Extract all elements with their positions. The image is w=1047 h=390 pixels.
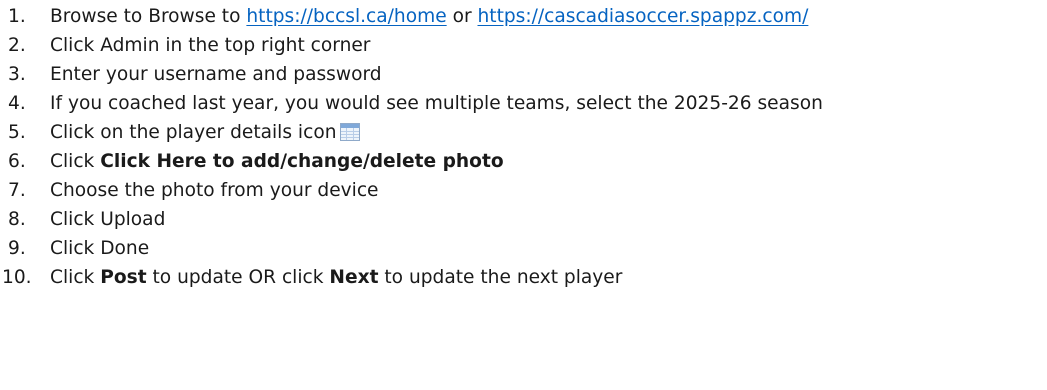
bccsl-home-link[interactable]: https://bccsl.ca/home: [246, 6, 446, 27]
step-number: 3.: [8, 64, 26, 85]
step-number: 10.: [2, 267, 32, 288]
step-text: Choose the photo from your device: [50, 180, 379, 201]
step-number: 7.: [8, 180, 26, 201]
step-text-label: Click on the player details icon: [50, 122, 337, 143]
step-text-prefix: Browse to Browse to: [50, 6, 247, 27]
step-8: 8. Click Upload: [0, 205, 1047, 234]
step-text-middle: to update OR click: [146, 267, 330, 288]
step-text-or: or: [446, 6, 478, 27]
post-label: Post: [100, 267, 147, 288]
step-text: If you coached last year, you would see …: [50, 93, 823, 114]
step-text-prefix: Click: [50, 267, 101, 288]
step-number: 4.: [8, 93, 26, 114]
step-6: 6. Click Click Here to add/change/delete…: [0, 147, 1047, 176]
step-4: 4. If you coached last year, you would s…: [0, 89, 1047, 118]
step-text: Browse to Browse to https://bccsl.ca/hom…: [50, 2, 808, 31]
step-text-prefix: Click: [50, 151, 101, 172]
add-change-delete-photo-label: Click Here to add/change/delete photo: [100, 151, 504, 172]
step-number: 6.: [8, 151, 26, 172]
step-text: Enter your username and password: [50, 64, 382, 85]
step-number: 1.: [8, 6, 26, 27]
player-details-icon: [340, 121, 361, 150]
step-3: 3. Enter your username and password: [0, 60, 1047, 89]
steps-list: 1. Browse to Browse to https://bccsl.ca/…: [0, 0, 1047, 292]
step-text: Click Admin in the top right corner: [50, 35, 371, 56]
step-text-suffix: to update the next player: [378, 267, 623, 288]
step-number: 8.: [8, 209, 26, 230]
step-text: Click Upload: [50, 209, 166, 230]
step-number: 5.: [8, 122, 26, 143]
step-text: Click Post to update OR click Next to up…: [50, 263, 622, 292]
step-number: 9.: [8, 238, 26, 259]
step-number: 2.: [8, 35, 26, 56]
step-text: Click Click Here to add/change/delete ph…: [50, 147, 504, 176]
step-text: Click on the player details icon: [50, 118, 361, 150]
step-5: 5. Click on the player details icon: [0, 118, 1047, 147]
step-2: 2. Click Admin in the top right corner: [0, 31, 1047, 60]
step-7: 7. Choose the photo from your device: [0, 176, 1047, 205]
instructions-document: 1. Browse to Browse to https://bccsl.ca/…: [0, 0, 1047, 390]
next-label: Next: [329, 267, 379, 288]
step-1: 1. Browse to Browse to https://bccsl.ca/…: [0, 2, 1047, 31]
cascadia-soccer-link[interactable]: https://cascadiasoccer.spappz.com/: [478, 6, 809, 27]
step-text: Click Done: [50, 238, 150, 259]
step-10: 10. Click Post to update OR click Next t…: [0, 263, 1047, 292]
step-9: 9. Click Done: [0, 234, 1047, 263]
